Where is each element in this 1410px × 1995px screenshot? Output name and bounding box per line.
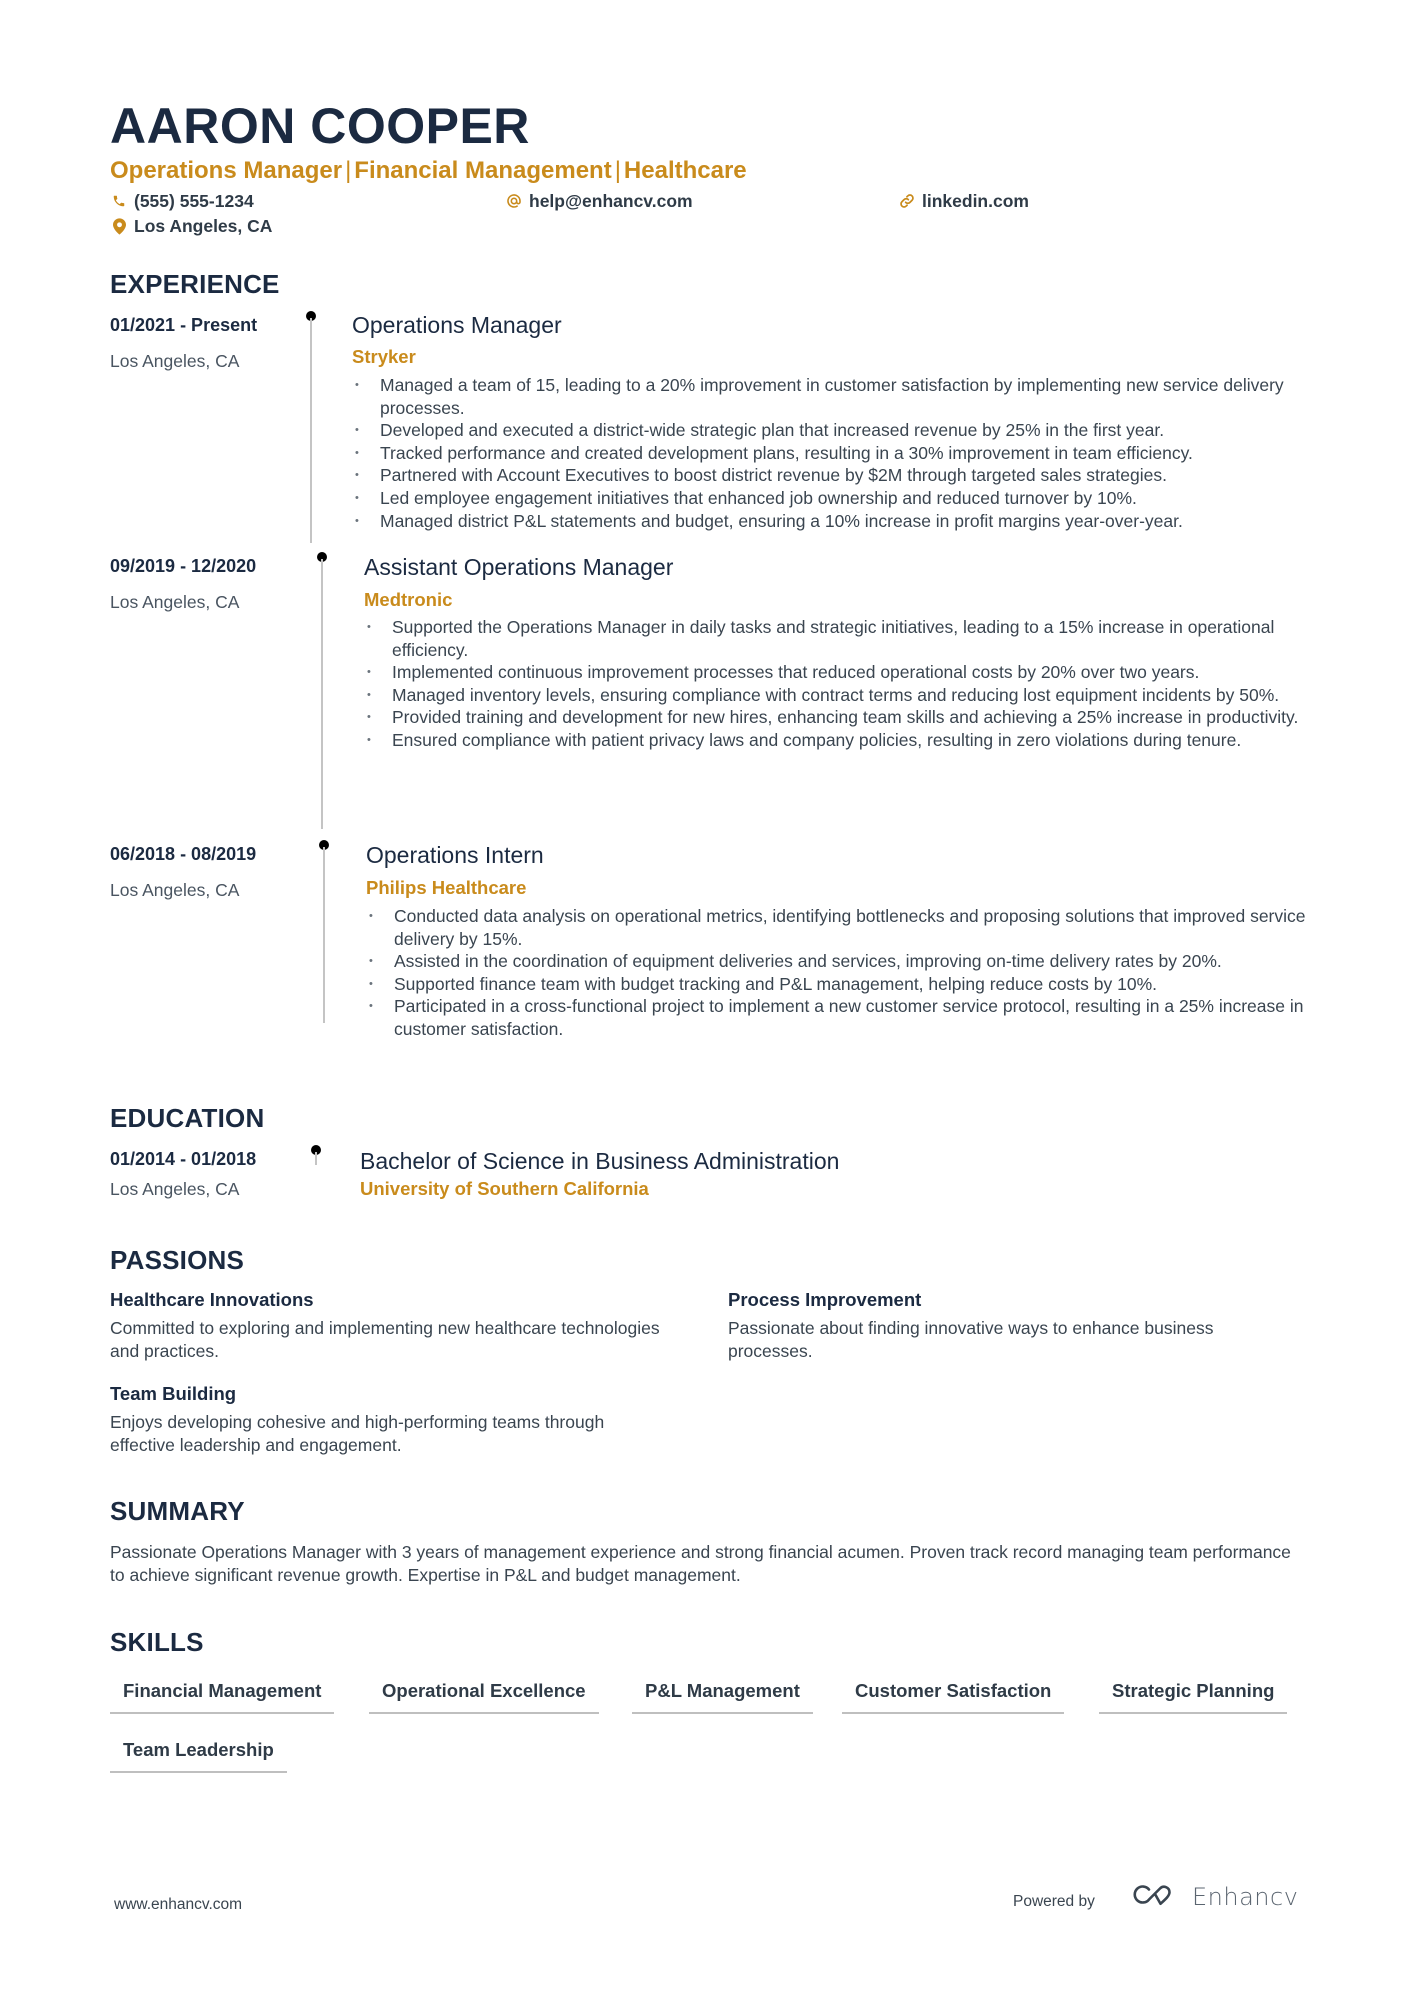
entry-location: Los Angeles, CA: [110, 351, 240, 371]
entry-role: Operations Intern: [366, 842, 544, 868]
enhancv-brand: Enhancv: [1192, 1882, 1299, 1911]
bullet-item: Conducted data analysis on operational m…: [366, 905, 1316, 950]
bullet-item: Led employee engagement initiatives that…: [352, 487, 1312, 510]
entry-dates: 06/2018 - 08/2019: [110, 844, 257, 864]
skills-heading: SKILLS: [110, 1627, 204, 1657]
location-text: Los Angeles, CA: [134, 216, 273, 236]
enhancv-logo[interactable]: Enhancv: [1132, 1881, 1298, 1912]
bullet-item: Managed a team of 15, leading to a 20% i…: [352, 374, 1312, 419]
bullet-item: Participated in a cross-functional proje…: [366, 995, 1316, 1040]
title-separator: |: [345, 157, 352, 184]
entry-location: Los Angeles, CA: [110, 880, 240, 900]
at-icon: [505, 193, 523, 209]
candidate-name: AARON COOPER: [110, 98, 530, 154]
entry-dates: 01/2021 - Present: [110, 315, 258, 335]
skill-tag: Operational Excellence: [369, 1679, 599, 1714]
experience-heading: EXPERIENCE: [110, 269, 280, 299]
footer-website[interactable]: www.enhancv.com: [114, 1895, 242, 1915]
footer-powered-by: Powered by: [1013, 1893, 1095, 1910]
bullet-item: Assisted in the coordination of equipmen…: [366, 950, 1316, 973]
bullet-item: Supported finance team with budget track…: [366, 973, 1316, 996]
passion-title: Team Building: [110, 1383, 237, 1404]
link-icon: [898, 193, 916, 209]
timeline-line: [323, 847, 325, 1023]
summary-heading: SUMMARY: [110, 1496, 245, 1526]
bullet-item: Supported the Operations Manager in dail…: [364, 616, 1314, 661]
enhancv-logo-icon: [1132, 1881, 1180, 1912]
entry-location: Los Angeles, CA: [110, 592, 240, 612]
passions-heading: PASSIONS: [110, 1245, 245, 1275]
timeline-line: [315, 1152, 317, 1165]
entry-dates: 01/2014 - 01/2018: [110, 1149, 257, 1169]
entry-location: Los Angeles, CA: [110, 1179, 240, 1199]
skill-tag: Customer Satisfaction: [842, 1679, 1065, 1714]
entry-degree: Bachelor of Science in Business Administ…: [360, 1148, 840, 1174]
title-part: Financial Management: [354, 157, 612, 184]
entry-school: University of Southern California: [360, 1178, 649, 1199]
passion-description: Committed to exploring and implementing …: [110, 1318, 660, 1361]
bullet-item: Provided training and development for ne…: [364, 706, 1314, 729]
entry-bullets: Managed a team of 15, leading to a 20% i…: [352, 374, 1312, 532]
bullet-item: Managed district P&L statements and budg…: [352, 510, 1312, 533]
skill-tag: Team Leadership: [110, 1738, 287, 1773]
skill-tag: Strategic Planning: [1099, 1679, 1288, 1714]
passion-title: Process Improvement: [728, 1289, 922, 1310]
contact-website[interactable]: linkedin.com: [898, 190, 1029, 212]
education-heading: EDUCATION: [110, 1103, 265, 1133]
summary-text: Passionate Operations Manager with 3 yea…: [110, 1542, 1291, 1585]
candidate-title: Operations Manager | Financial Management |…: [110, 156, 747, 186]
website-text: linkedin.com: [922, 191, 1029, 211]
passion-description: Passionate about finding innovative ways…: [728, 1318, 1214, 1361]
entry-bullets: Supported the Operations Manager in dail…: [364, 616, 1314, 752]
skill-tag: Financial Management: [110, 1679, 335, 1714]
email-text: help@enhancv.com: [529, 191, 693, 211]
timeline-line: [310, 318, 312, 543]
entry-company: Philips Healthcare: [366, 877, 527, 898]
phone-text: (555) 555-1234: [134, 191, 254, 211]
entry-company: Medtronic: [364, 589, 453, 610]
title-part: Operations Manager: [110, 157, 343, 184]
contact-location: Los Angeles, CA: [110, 215, 272, 237]
map-pin-icon: [110, 217, 128, 235]
entry-dates: 09/2019 - 12/2020: [110, 556, 257, 576]
bullet-item: Tracked performance and created developm…: [352, 442, 1312, 465]
contact-email[interactable]: help@enhancv.com: [505, 190, 693, 212]
contact-phone[interactable]: (555) 555-1234: [110, 190, 254, 212]
bullet-item: Ensured compliance with patient privacy …: [364, 729, 1314, 752]
bullet-item: Developed and executed a district-wide s…: [352, 419, 1312, 442]
timeline-line: [321, 559, 323, 829]
entry-role: Operations Manager: [352, 312, 562, 338]
bullet-item: Implemented continuous improvement proce…: [364, 661, 1314, 684]
title-separator: |: [614, 157, 621, 184]
bullet-item: Partnered with Account Executives to boo…: [352, 464, 1312, 487]
entry-role: Assistant Operations Manager: [364, 554, 674, 580]
phone-icon: [110, 194, 128, 208]
skill-tag: P&L Management: [632, 1679, 813, 1714]
entry-company: Stryker: [352, 346, 416, 367]
bullet-item: Managed inventory levels, ensuring compl…: [364, 684, 1314, 707]
passion-description: Enjoys developing cohesive and high-perf…: [110, 1412, 605, 1455]
title-part: Healthcare: [623, 157, 747, 184]
resume-page: AARON COOPER Operations Manager | Financia…: [0, 0, 1410, 1995]
entry-bullets: Conducted data analysis on operational m…: [366, 905, 1316, 1041]
passion-title: Healthcare Innovations: [110, 1289, 314, 1310]
